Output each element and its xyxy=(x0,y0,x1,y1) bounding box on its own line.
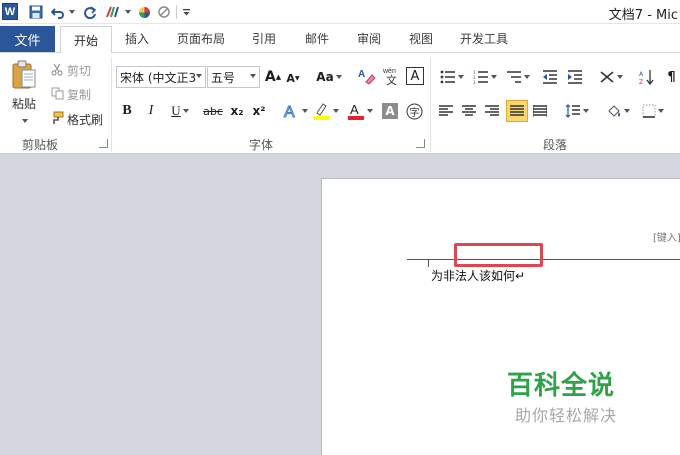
increase-indent-icon[interactable] xyxy=(566,67,584,87)
decrease-indent-icon[interactable] xyxy=(541,67,559,87)
numbering-icon[interactable]: 123 xyxy=(470,67,500,87)
show-marks-icon[interactable]: ¶ xyxy=(663,67,680,87)
watermark-title: 百科全说 xyxy=(507,371,616,401)
character-shading-icon[interactable]: A xyxy=(382,103,398,119)
change-case-icon[interactable]: Aa xyxy=(315,68,343,86)
tab-view[interactable]: 视图 xyxy=(409,30,433,47)
paste-dropdown-icon[interactable] xyxy=(20,113,28,127)
font-name-combo[interactable]: 宋体 (中文正3 xyxy=(116,66,206,88)
paste-button[interactable]: 粘贴 xyxy=(12,95,36,112)
cut-button[interactable]: 剪切 xyxy=(67,62,91,79)
header-margin-mark xyxy=(407,259,429,260)
clear-format-icon[interactable]: A xyxy=(356,65,378,87)
shading-icon[interactable] xyxy=(603,101,633,121)
underline-icon[interactable]: U xyxy=(167,102,193,120)
save-icon[interactable] xyxy=(28,3,44,21)
justify-icon[interactable] xyxy=(506,100,528,122)
brush-dropdown-icon[interactable] xyxy=(122,3,132,21)
header-placeholder[interactable]: [键入] xyxy=(653,229,680,244)
font-launcher-icon[interactable] xyxy=(416,139,425,148)
tab-mailings[interactable]: 邮件 xyxy=(305,30,329,47)
customize-qat-icon[interactable] xyxy=(180,3,192,21)
word-logo-icon[interactable]: W xyxy=(2,3,18,20)
paint-brush-icon[interactable] xyxy=(104,3,122,21)
font-size-value: 五号 xyxy=(211,70,236,85)
align-left-icon[interactable] xyxy=(437,101,455,121)
format-painter-button[interactable]: 格式刷 xyxy=(67,111,103,128)
ribbon-tabs: 文件 开始 插入 页面布局 引用 邮件 审阅 视图 开发工具 xyxy=(0,24,680,53)
align-center-icon[interactable] xyxy=(460,101,478,121)
tab-home[interactable]: 开始 xyxy=(60,26,112,53)
tab-review[interactable]: 审阅 xyxy=(357,30,381,47)
window-title: 文档7 - Mic xyxy=(608,8,678,23)
multilevel-list-icon[interactable] xyxy=(503,67,533,87)
chinese-layout-icon[interactable] xyxy=(596,67,626,87)
italic-icon[interactable]: I xyxy=(143,102,159,120)
annotation-highlight-box xyxy=(454,243,543,267)
font-size-combo[interactable]: 五号 xyxy=(207,66,260,88)
svg-text:A: A xyxy=(639,71,644,78)
character-border-icon[interactable]: A xyxy=(406,67,424,85)
document-area[interactable]: [键入] 为非法人该如何↵ 百科全说 助你轻松解决 xyxy=(0,155,680,455)
undo-dropdown-icon[interactable] xyxy=(66,3,76,21)
svg-text:字: 字 xyxy=(409,106,419,119)
align-right-icon[interactable] xyxy=(483,101,501,121)
phonetic-guide-icon[interactable]: wén 文 xyxy=(381,65,403,87)
enclose-characters-icon[interactable]: 字 xyxy=(405,102,423,120)
document-page[interactable]: [键入] 为非法人该如何↵ 百科全说 助你轻松解决 xyxy=(321,178,680,455)
borders-icon[interactable] xyxy=(638,101,668,121)
bold-icon[interactable]: B xyxy=(119,102,135,120)
format-painter-icon[interactable] xyxy=(50,111,64,125)
paragraph-group-label: 段落 xyxy=(543,138,568,152)
copy-icon[interactable] xyxy=(50,86,64,100)
tab-file[interactable]: 文件 xyxy=(0,26,55,52)
svg-text:文: 文 xyxy=(386,73,397,86)
tab-references[interactable]: 引用 xyxy=(252,30,276,47)
subscript-icon[interactable]: x₂ xyxy=(227,102,247,120)
undo-icon[interactable] xyxy=(50,3,66,21)
ribbon: 粘贴 剪切 复制 格式刷 剪贴板 宋体 (中文正3 五号 A ▲ A ▼ Aa A … xyxy=(0,52,680,154)
line-spacing-icon[interactable] xyxy=(562,101,592,121)
copy-button[interactable]: 复制 xyxy=(67,86,91,103)
highlight-color-icon[interactable] xyxy=(311,100,341,122)
svg-text:A: A xyxy=(358,69,365,80)
shrink-font-icon[interactable]: A ▼ xyxy=(285,69,301,87)
svg-text:3: 3 xyxy=(473,80,476,84)
scissors-icon[interactable] xyxy=(50,62,64,76)
clipboard-launcher-icon[interactable] xyxy=(99,139,108,148)
color-wheel-icon[interactable] xyxy=(136,3,152,21)
font-color-icon[interactable]: A xyxy=(345,100,375,122)
tab-page-layout[interactable]: 页面布局 xyxy=(177,30,225,47)
header-margin-mark-vertical xyxy=(428,259,429,267)
sort-icon[interactable]: AZ xyxy=(637,67,657,87)
tab-insert[interactable]: 插入 xyxy=(125,30,149,47)
svg-text:A: A xyxy=(350,102,359,117)
text-effects-icon[interactable]: A xyxy=(281,100,309,122)
superscript-icon[interactable]: x² xyxy=(249,102,269,120)
repeat-icon[interactable] xyxy=(82,3,98,21)
quick-access-toolbar: W 文档7 - Mic xyxy=(0,0,680,24)
font-group-label: 字体 xyxy=(249,138,274,152)
document-body-text[interactable]: 为非法人该如何↵ xyxy=(431,267,525,284)
watermark-subtitle: 助你轻松解决 xyxy=(515,406,618,425)
grow-font-icon[interactable]: A ▲ xyxy=(264,67,282,87)
font-name-value: 宋体 (中文正3 xyxy=(120,70,197,85)
svg-text:A: A xyxy=(284,104,295,120)
tab-developer[interactable]: 开发工具 xyxy=(460,30,508,47)
bullets-icon[interactable] xyxy=(437,67,467,87)
distributed-icon[interactable] xyxy=(531,101,549,121)
paste-icon[interactable] xyxy=(10,59,38,91)
strikethrough-icon[interactable]: abc xyxy=(201,102,225,120)
no-format-icon[interactable] xyxy=(156,3,172,21)
svg-text:Z: Z xyxy=(639,79,643,85)
clipboard-group-label: 剪贴板 xyxy=(22,138,59,152)
